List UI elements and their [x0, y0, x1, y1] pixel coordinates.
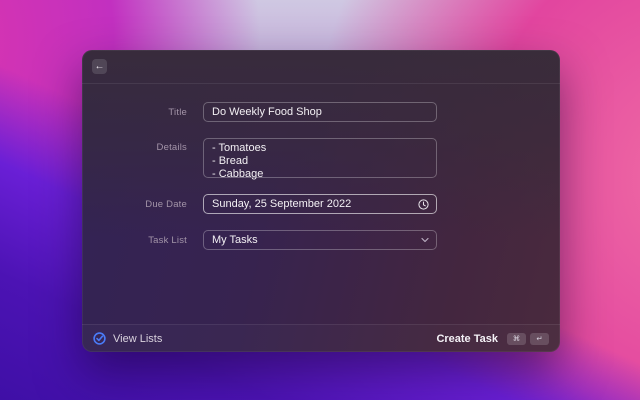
- details-row: Details - Tomatoes - Bread - Cabbage: [82, 138, 560, 180]
- return-key-badge: ↵: [530, 332, 549, 345]
- details-textarea[interactable]: - Tomatoes - Bread - Cabbage: [203, 138, 437, 180]
- task-list-select[interactable]: My Tasks: [203, 230, 437, 250]
- title-input[interactable]: Do Weekly Food Shop: [203, 102, 437, 122]
- create-task-area: Create Task ⌘ ↵: [436, 332, 549, 345]
- back-button[interactable]: ←: [92, 59, 107, 74]
- command-key-badge: ⌘: [507, 332, 526, 345]
- details-label: Details: [156, 142, 187, 153]
- chevron-down-icon: [421, 237, 429, 243]
- task-form: Title Do Weekly Food Shop Details - Toma…: [82, 84, 560, 250]
- task-list-label: Task List: [148, 234, 187, 246]
- view-lists-label: View Lists: [113, 332, 163, 345]
- view-lists-button[interactable]: View Lists: [93, 332, 162, 345]
- title-label: Title: [168, 106, 187, 118]
- create-task-button[interactable]: Create Task: [436, 333, 498, 345]
- due-date-label: Due Date: [145, 198, 187, 210]
- due-date-field[interactable]: Sunday, 25 September 2022: [203, 194, 437, 214]
- clock-icon: [418, 198, 429, 210]
- task-list-value: My Tasks: [212, 234, 258, 246]
- window-footer: View Lists Create Task ⌘ ↵: [82, 324, 560, 352]
- window-header: ←: [82, 50, 560, 84]
- title-row: Title Do Weekly Food Shop: [82, 102, 560, 122]
- task-list-row: Task List My Tasks: [82, 230, 560, 250]
- check-circle-icon: [93, 332, 106, 345]
- quick-add-task-window: ← Title Do Weekly Food Shop Details - To…: [82, 50, 560, 352]
- back-arrow-icon: ←: [94, 60, 105, 72]
- due-date-row: Due Date Sunday, 25 September 2022: [82, 194, 560, 214]
- due-date-value: Sunday, 25 September 2022: [212, 198, 352, 210]
